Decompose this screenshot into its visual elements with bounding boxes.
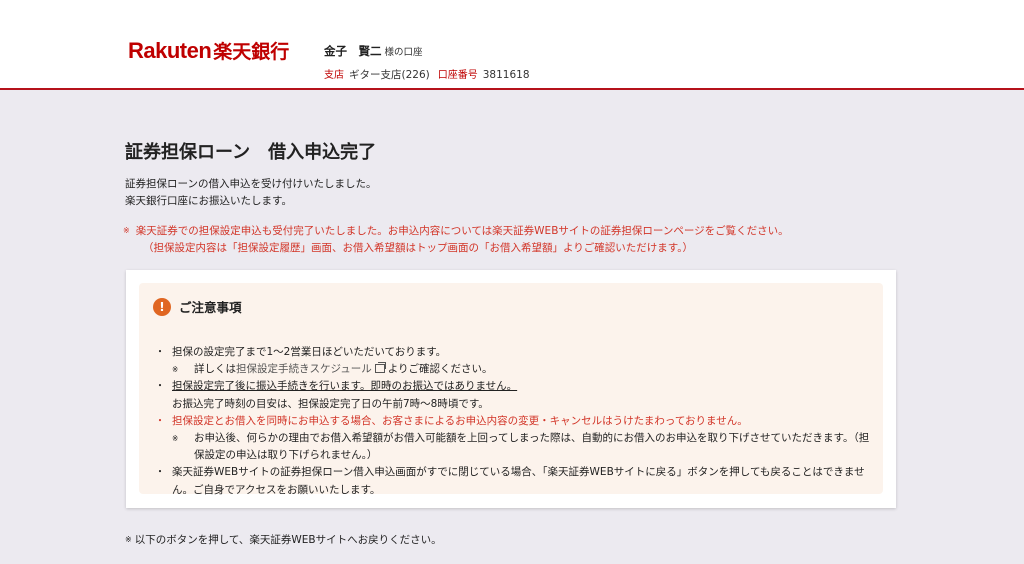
schedule-link[interactable]: 担保設定手続きスケジュール (236, 363, 372, 375)
intro-line-2: 楽天銀行口座にお振込いたします。 (125, 195, 292, 207)
logo-text: Rakuten (128, 38, 212, 63)
note-line-2: （担保設定内容は「担保設定履歴」画面、お借入希望額はトップ画面の「お借入希望額」… (143, 242, 693, 254)
account-details: 支店 ギター支店(226) 口座番号 3811618 (324, 64, 538, 87)
notice-item-2: 担保設定完了後に振込手続きを行います。即時のお振込ではありません。 お振込完了時… (155, 378, 874, 412)
notice-item-4: 楽天証券WEBサイトの証券担保ローン借入申込画面がすでに閉じている場合、「楽天証… (155, 464, 874, 498)
account-name: 金子 賢二 (324, 44, 382, 58)
account-holder: 金子 賢二 様の口座 (324, 40, 538, 64)
note-line-1: 楽天証券での担保設定申込も受付完了いたしました。お申込内容については楽天証券WE… (135, 225, 789, 237)
intro-text: 証券担保ローンの借入申込を受け付けいたしました。 楽天銀行口座にお振込いたします… (125, 176, 376, 210)
notice-title: ご注意事項 (179, 300, 242, 315)
logo-jp-text: 楽天銀行 (213, 42, 290, 63)
branch-value: ギター支店(226) (349, 69, 430, 81)
external-window-icon[interactable] (374, 362, 386, 374)
notice-item-1-text: 担保の設定完了まで1〜2営業日ほどいただいております。 (172, 346, 447, 358)
schedule-suffix: よりご確認ください。 (387, 363, 493, 376)
notice-item-2-line-2: お振込完了時刻の目安は、担保設定完了日の午前7時〜8時頃です。 (172, 397, 489, 410)
notice-item-3: 担保設定とお借入を同時にお申込する場合、お客さまによるお申込内容の変更・キャンセ… (155, 413, 874, 465)
notice-card: ! ご注意事項 担保の設定完了まで1〜2営業日ほどいただいております。 詳しくは… (126, 270, 896, 508)
rakuten-bank-logo[interactable]: Rakuten 楽天銀行 (128, 38, 289, 66)
account-number-value: 3811618 (482, 69, 530, 81)
account-suffix: 様の口座 (384, 47, 423, 58)
securities-note: ※ 楽天証券での担保設定申込も受付完了いたしました。お申込内容については楽天証券W… (123, 222, 789, 257)
notice-item-3-sub: お申込後、何らかの理由でお借入希望額がお借入可能額を上回ってしまった際は、自動的… (172, 430, 874, 464)
account-info: 金子 賢二 様の口座 支店 ギター支店(226) 口座番号 3811618 (324, 40, 538, 87)
notice-list: 担保の設定完了まで1〜2営業日ほどいただいております。 詳しくは担保設定手続きス… (155, 344, 874, 499)
return-note-mark: ※ (125, 535, 132, 544)
notice-item-3-text: 担保設定とお借入を同時にお申込する場合、お客さまによるお申込内容の変更・キャンセ… (172, 414, 748, 427)
notice-item-1-sub: 詳しくは担保設定手続きスケジュール よりご確認ください。 (172, 361, 874, 378)
exclamation-circle-icon: ! (153, 297, 171, 316)
site-header: Rakuten 楽天銀行 金子 賢二 様の口座 支店 ギター支店(226) 口座番号 38… (0, 0, 1024, 90)
intro-line-1: 証券担保ローンの借入申込を受け付けいたしました。 (125, 178, 377, 190)
notice-header: ! ご注意事項 (153, 297, 242, 316)
schedule-prefix: 詳しくは (194, 363, 236, 376)
notice-box: ! ご注意事項 担保の設定完了まで1〜2営業日ほどいただいております。 詳しくは… (139, 283, 883, 496)
return-instruction-text: 以下のボタンを押して、楽天証券WEBサイトへお戻りください。 (134, 534, 442, 546)
page-title: 証券担保ローン 借入申込完了 (125, 142, 377, 163)
account-number-label: 口座番号 (437, 70, 478, 81)
return-instruction: ※ 以下のボタンを押して、楽天証券WEBサイトへお戻りください。 (125, 532, 442, 547)
branch-label: 支店 (324, 70, 344, 81)
note-mark: ※ (123, 226, 130, 235)
notice-item-2-line-1: 担保設定完了後に振込手続きを行います。即時のお振込ではありません。 (172, 380, 518, 393)
notice-item-1: 担保の設定完了まで1〜2営業日ほどいただいております。 詳しくは担保設定手続きス… (155, 344, 874, 379)
